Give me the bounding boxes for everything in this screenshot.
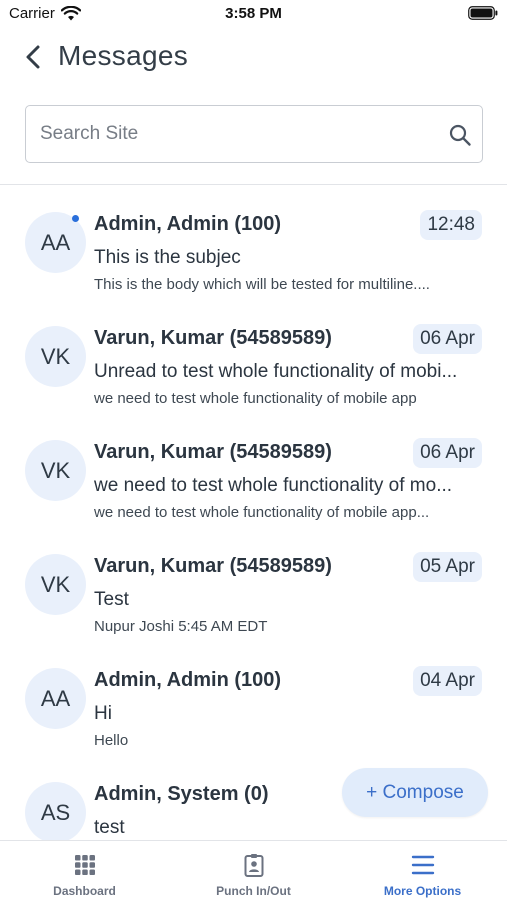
header: Messages: [0, 32, 507, 82]
avatar: VK: [25, 554, 86, 615]
badge-icon: [244, 854, 263, 877]
avatar: AA: [25, 668, 86, 729]
message-item[interactable]: AA Admin, Admin (100) 12:48 This is the …: [0, 186, 507, 300]
message-date: 05 Apr: [413, 552, 482, 582]
avatar: AS: [25, 782, 86, 840]
tab-dashboard[interactable]: Dashboard: [0, 841, 169, 900]
message-date: 06 Apr: [413, 324, 482, 354]
avatar: VK: [25, 326, 86, 387]
tab-label: Punch In/Out: [216, 884, 291, 898]
tab-bar: Dashboard Punch In/Out More Options: [0, 840, 507, 900]
message-preview: Hello: [94, 732, 129, 749]
message-subject: test: [94, 817, 125, 838]
battery-icon: [468, 6, 498, 20]
message-date: 12:48: [420, 210, 482, 240]
message-sender: Admin, Admin (100): [94, 213, 282, 235]
message-subject: Unread to test whole functionality of mo…: [94, 361, 458, 382]
menu-icon: [411, 855, 434, 875]
back-icon[interactable]: [20, 42, 46, 72]
message-sender: Varun, Kumar (54589589): [94, 327, 332, 349]
message-preview: we need to test whole functionality of m…: [94, 390, 417, 407]
message-sender: Admin, System (0): [94, 783, 269, 805]
message-item[interactable]: VK Varun, Kumar (54589589) 06 Apr Unread…: [0, 300, 507, 414]
page-title: Messages: [58, 40, 189, 71]
message-subject: This is the subjec: [94, 247, 241, 268]
unread-dot: [72, 215, 79, 222]
tab-label: Dashboard: [53, 884, 116, 898]
message-date: 04 Apr: [413, 666, 482, 696]
message-item[interactable]: AA Admin, Admin (100) 04 Apr Hi Hello: [0, 642, 507, 756]
message-subject: Hi: [94, 703, 112, 724]
message-sender: Varun, Kumar (54589589): [94, 555, 332, 577]
message-preview: we need to test whole functionality of m…: [94, 504, 430, 521]
divider: [0, 184, 507, 185]
message-preview: This is the body which will be tested fo…: [94, 276, 430, 293]
message-date: 06 Apr: [413, 438, 482, 468]
message-item[interactable]: VK Varun, Kumar (54589589) 05 Apr Test N…: [0, 528, 507, 642]
message-subject: we need to test whole functionality of m…: [94, 475, 453, 496]
status-time: 3:58 PM: [225, 5, 282, 22]
message-subject: Test: [94, 589, 129, 610]
tab-label: More Options: [383, 884, 462, 898]
tab-punch-in-out[interactable]: Punch In/Out: [169, 841, 338, 900]
message-sender: Varun, Kumar (54589589): [94, 441, 332, 463]
message-item[interactable]: VK Varun, Kumar (54589589) 06 Apr we nee…: [0, 414, 507, 528]
status-bar: Carrier 3:58 PM: [0, 0, 507, 28]
search-box: [25, 105, 483, 163]
compose-button[interactable]: + Compose: [342, 768, 488, 817]
message-sender: Admin, Admin (100): [94, 669, 282, 691]
avatar: VK: [25, 440, 86, 501]
grid-icon: [74, 855, 95, 875]
message-preview: Nupur Joshi 5:45 AM EDT: [94, 618, 268, 635]
search-icon[interactable]: [448, 123, 472, 147]
tab-more-options[interactable]: More Options: [338, 841, 507, 900]
message-list: AA Admin, Admin (100) 12:48 This is the …: [0, 186, 507, 840]
search-input[interactable]: [40, 106, 440, 161]
